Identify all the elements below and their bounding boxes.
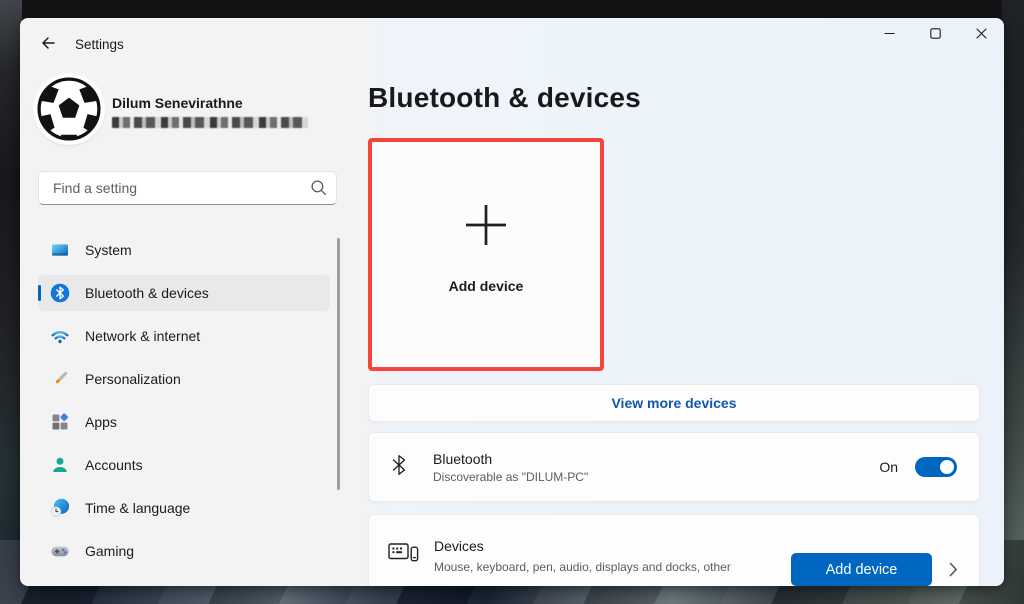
search-icon (310, 179, 327, 201)
minimize-button[interactable] (866, 18, 912, 52)
sidebar-item-accounts[interactable]: Accounts (38, 447, 330, 483)
bluetooth-icon (50, 283, 70, 303)
accounts-icon (50, 455, 70, 475)
back-arrow-icon (40, 35, 56, 56)
view-more-devices-label: View more devices (611, 395, 736, 411)
sidebar-item-label: Bluetooth & devices (85, 285, 209, 301)
page-title: Bluetooth & devices (368, 82, 641, 114)
search-input[interactable] (51, 173, 305, 203)
bluetooth-row-text: Bluetooth Discoverable as "DILUM-PC" (433, 451, 588, 484)
sidebar-item-network-internet[interactable]: Network & internet (38, 318, 330, 354)
devices-title: Devices (434, 538, 484, 554)
add-device-button[interactable]: Add device (791, 553, 932, 586)
window-controls (866, 18, 1004, 56)
gaming-icon (50, 541, 70, 561)
sidebar: System Bluetooth & devices Network & int… (38, 232, 330, 576)
maximize-icon (930, 26, 941, 44)
plus-icon (462, 201, 510, 254)
window-title: Settings (75, 32, 124, 58)
sidebar-item-label: Time & language (85, 500, 190, 516)
sidebar-item-personalization[interactable]: Personalization (38, 361, 330, 397)
sidebar-item-apps[interactable]: Apps (38, 404, 330, 440)
close-icon (976, 26, 987, 44)
sidebar-item-gaming[interactable]: Gaming (38, 533, 330, 569)
sidebar-item-label: Gaming (85, 543, 134, 559)
add-device-tile[interactable]: Add device (368, 138, 604, 371)
sidebar-item-label: Apps (85, 414, 117, 430)
bluetooth-row: Bluetooth Discoverable as "DILUM-PC" On (368, 432, 980, 502)
time-language-icon (50, 498, 70, 518)
chevron-right-icon (949, 562, 958, 582)
add-device-tile-label: Add device (449, 278, 524, 294)
devices-subtitle: Mouse, keyboard, pen, audio, displays an… (434, 560, 782, 574)
apps-icon (50, 412, 70, 432)
sidebar-item-system[interactable]: System (38, 232, 330, 268)
bluetooth-rune-icon (391, 454, 409, 481)
user-email-redacted (112, 117, 308, 128)
soccer-ball-image (36, 76, 102, 142)
sidebar-scrollbar[interactable] (337, 238, 340, 490)
sidebar-item-label: System (85, 242, 132, 258)
maximize-button[interactable] (912, 18, 958, 52)
avatar (36, 76, 102, 142)
sidebar-item-bluetooth-devices[interactable]: Bluetooth & devices (38, 275, 330, 311)
toggle-state-label: On (879, 459, 898, 475)
sidebar-item-label: Personalization (85, 371, 181, 387)
sidebar-item-time-language[interactable]: Time & language (38, 490, 330, 526)
view-more-devices-button[interactable]: View more devices (368, 384, 980, 422)
bluetooth-toggle-group: On (879, 457, 957, 477)
sidebar-item-label: Accounts (85, 457, 143, 473)
close-button[interactable] (958, 18, 1004, 52)
wallpaper-left (0, 0, 22, 604)
bluetooth-toggle[interactable] (915, 457, 957, 477)
settings-window: Settings Dilum Senevirathne (20, 18, 1004, 586)
bluetooth-subtitle: Discoverable as "DILUM-PC" (433, 470, 588, 484)
minimize-icon (884, 26, 895, 44)
sidebar-item-label: Network & internet (85, 328, 200, 344)
search-box (38, 171, 337, 205)
bluetooth-title: Bluetooth (433, 451, 588, 467)
user-name: Dilum Senevirathne (112, 95, 243, 111)
network-icon (50, 326, 70, 346)
devices-row[interactable]: Devices Mouse, keyboard, pen, audio, dis… (368, 514, 980, 586)
wallpaper-right (1002, 0, 1024, 604)
personalization-icon (50, 369, 70, 389)
back-button[interactable] (32, 31, 64, 59)
devices-icon (388, 542, 419, 569)
system-icon (50, 240, 70, 260)
